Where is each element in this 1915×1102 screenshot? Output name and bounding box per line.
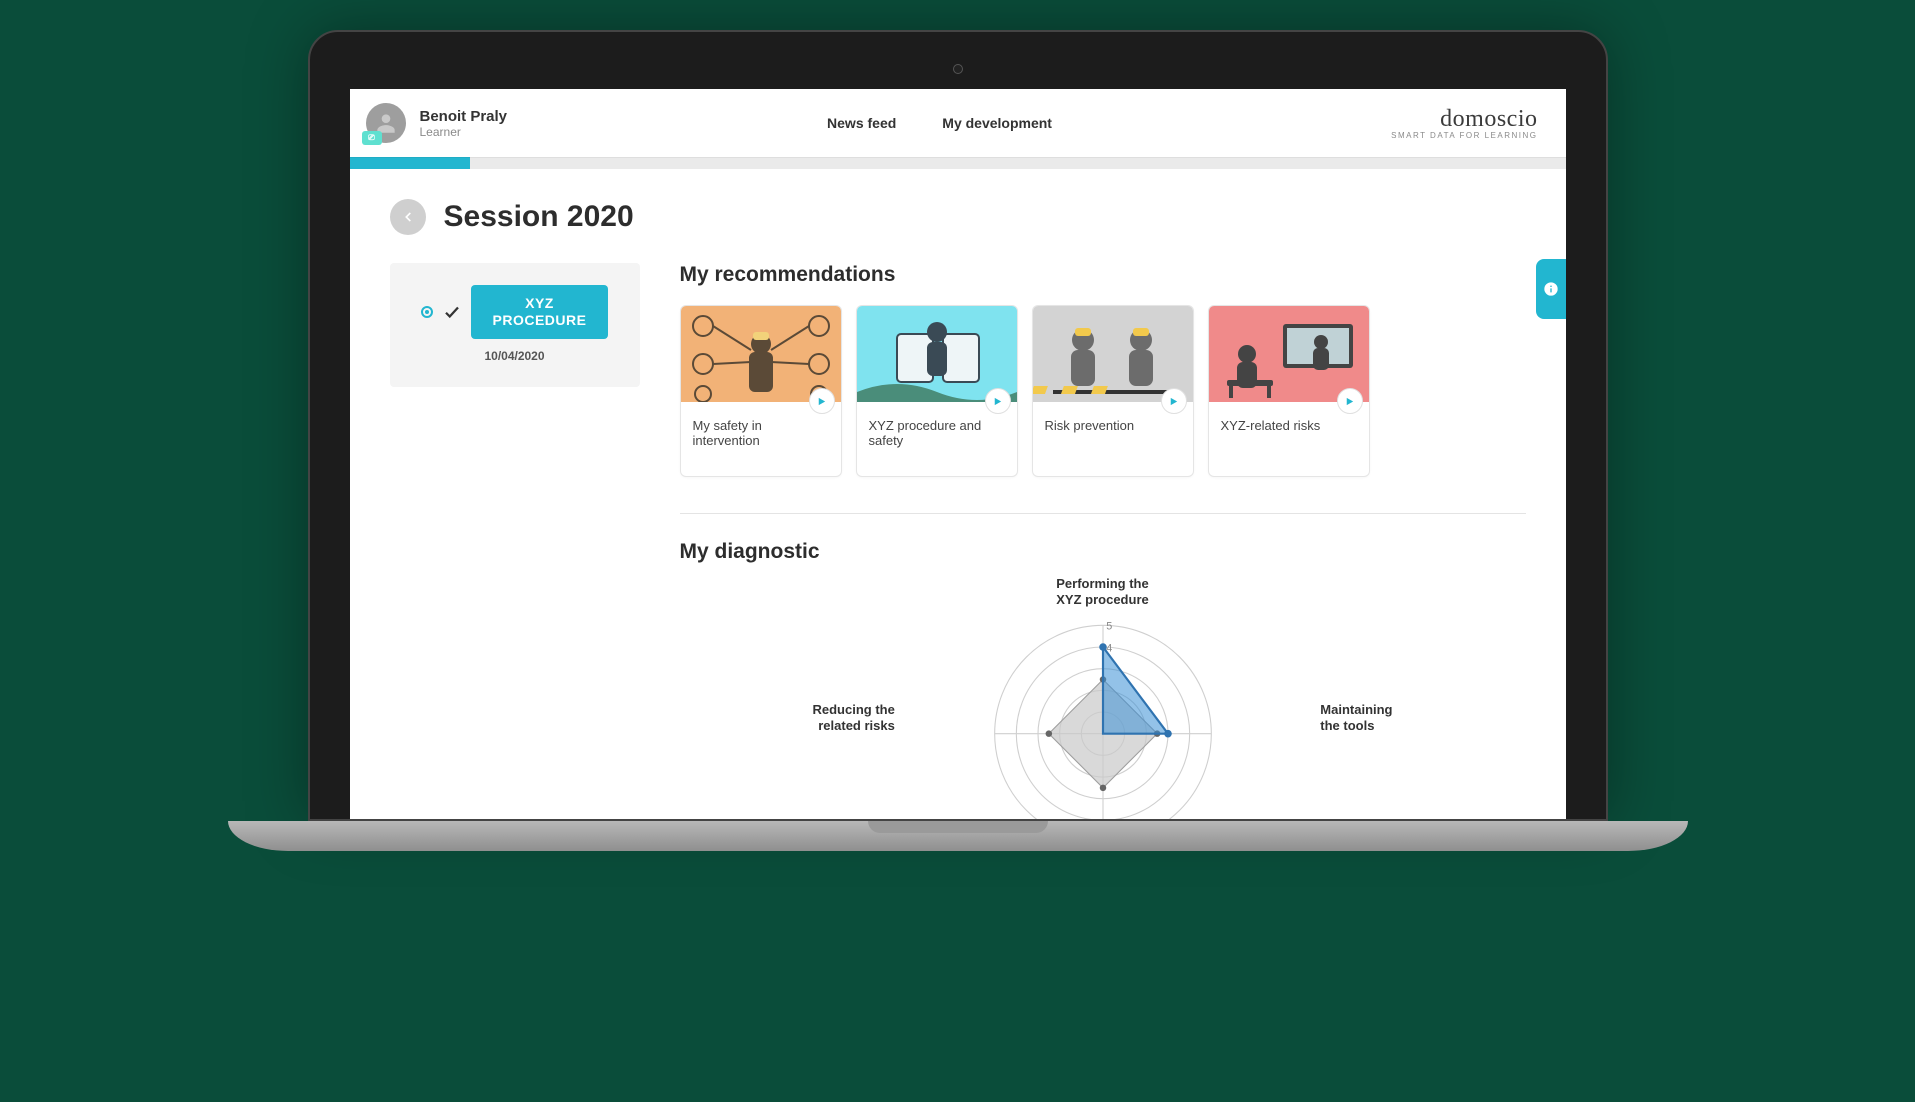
recommendation-cards: My safety in intervention	[680, 305, 1526, 477]
camera-dot	[953, 64, 963, 74]
radar-axis-top: Performing theXYZ procedure	[1056, 576, 1148, 609]
illustration-training-icon	[1209, 306, 1369, 402]
top-header: ⎚ Benoit Praly Learner News feed My deve…	[350, 89, 1566, 157]
play-icon	[809, 388, 835, 414]
rec-thumb-classroom	[1209, 306, 1369, 402]
laptop-bezel: ⎚ Benoit Praly Learner News feed My deve…	[308, 30, 1608, 821]
app-screen: ⎚ Benoit Praly Learner News feed My deve…	[350, 89, 1566, 819]
page-body: Session 2020 XYZ	[350, 169, 1566, 819]
brand-logo: domoscio	[1440, 106, 1537, 132]
rec-card[interactable]: My safety in intervention	[680, 305, 842, 477]
illustration-safety-icon	[681, 306, 841, 402]
title-row: Session 2020	[390, 199, 1526, 235]
rec-card[interactable]: XYZ procedure and safety	[856, 305, 1018, 477]
recommendations-heading: My recommendations	[680, 263, 1526, 287]
nav-my-development[interactable]: My development	[942, 115, 1052, 131]
step-pill-line2: PROCEDURE	[493, 312, 587, 329]
user-name: Benoit Praly	[420, 108, 508, 125]
diagnostic-radar: Performing theXYZ procedure Maintainingt…	[823, 582, 1383, 819]
info-icon	[1543, 281, 1559, 297]
rec-thumb-safety-icons	[681, 306, 841, 402]
back-button[interactable]	[390, 199, 426, 235]
step-pill-line1: XYZ	[493, 295, 587, 312]
laptop-frame: ⎚ Benoit Praly Learner News feed My deve…	[308, 30, 1608, 851]
rec-thumb-procedure	[857, 306, 1017, 402]
radar-axis-right: Maintainingthe tools	[1320, 702, 1392, 735]
radar-axis-left: Reducing therelated risks	[813, 702, 895, 735]
checkmark-icon	[443, 303, 461, 321]
illustration-engineer-icon	[857, 306, 1017, 402]
avatar: ⎚	[366, 103, 406, 143]
rec-card[interactable]: XYZ-related risks	[1208, 305, 1370, 477]
illustration-workers-icon	[1033, 306, 1193, 402]
page-title: Session 2020	[444, 200, 634, 234]
user-block[interactable]: ⎚ Benoit Praly Learner	[350, 89, 548, 157]
laptop-base	[228, 821, 1688, 851]
top-nav: News feed My development	[827, 115, 1052, 131]
rec-thumb-risk	[1033, 306, 1193, 402]
header-accent-strip	[350, 157, 470, 169]
nav-news-feed[interactable]: News feed	[827, 115, 896, 131]
step-pill-xyz-procedure[interactable]: XYZ PROCEDURE	[471, 285, 609, 339]
play-icon	[1337, 388, 1363, 414]
brand-tagline: SMART DATA FOR LEARNING	[1391, 131, 1537, 140]
diagnostic-heading: My diagnostic	[680, 540, 1526, 564]
session-step-card: XYZ PROCEDURE 10/04/2020	[390, 263, 640, 387]
main-column: My recommendations	[680, 263, 1526, 819]
rec-card[interactable]: Risk prevention	[1032, 305, 1194, 477]
play-icon	[1161, 388, 1187, 414]
avatar-badge-icon: ⎚	[362, 131, 382, 145]
svg-text:5: 5	[1106, 621, 1112, 633]
chevron-left-icon	[401, 210, 415, 224]
play-icon	[985, 388, 1011, 414]
radar-chart-icon: 5 4	[823, 582, 1383, 819]
section-divider	[680, 513, 1526, 514]
brand-block: domoscio SMART DATA FOR LEARNING	[1391, 106, 1565, 140]
step-date: 10/04/2020	[484, 349, 544, 363]
step-bullet-active-icon	[421, 306, 433, 318]
user-role: Learner	[420, 125, 508, 139]
info-side-tab[interactable]	[1536, 259, 1566, 319]
